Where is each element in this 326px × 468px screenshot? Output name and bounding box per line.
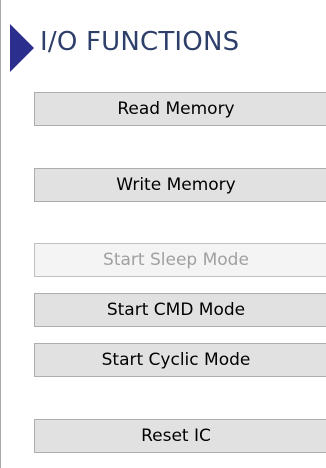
- read-memory-button[interactable]: Read Memory: [34, 92, 326, 126]
- button-label: Start CMD Mode: [106, 300, 246, 320]
- triangle-marker-icon: [10, 24, 34, 72]
- io-functions-panel: I/O FUNCTIONS Read Memory Write Memory S…: [0, 0, 326, 468]
- section-title: I/O FUNCTIONS: [40, 27, 240, 57]
- button-label: Reset IC: [141, 426, 211, 446]
- start-cmd-mode-button[interactable]: Start CMD Mode: [34, 293, 326, 327]
- button-label: Read Memory: [117, 99, 235, 119]
- button-label: Start Cyclic Mode: [101, 350, 251, 370]
- button-label: Write Memory: [116, 175, 236, 195]
- reset-ic-button[interactable]: Reset IC: [34, 419, 326, 453]
- start-cyclic-mode-button[interactable]: Start Cyclic Mode: [34, 343, 326, 377]
- start-sleep-mode-button: Start Sleep Mode: [34, 243, 326, 277]
- write-memory-button[interactable]: Write Memory: [34, 168, 326, 202]
- panel-left-border: [0, 0, 1, 468]
- button-label: Start Sleep Mode: [103, 250, 249, 270]
